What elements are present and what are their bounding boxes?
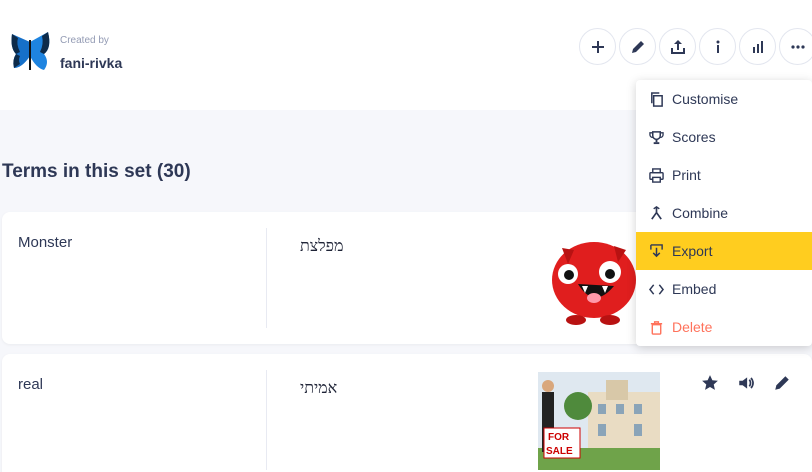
menu-item-customise[interactable]: Customise [636, 80, 812, 118]
add-button[interactable] [579, 28, 616, 65]
terms-heading: Terms in this set (30) [2, 161, 191, 183]
menu-item-label: Export [672, 243, 713, 259]
edit-term-button[interactable] [771, 372, 793, 394]
merge-icon [648, 205, 664, 221]
menu-item-label: Combine [672, 205, 729, 221]
term-text: real [18, 376, 44, 393]
pencil-icon [775, 376, 789, 390]
menu-item-delete[interactable]: Delete [636, 308, 812, 346]
definition-text: אמיתי [300, 378, 338, 397]
printer-icon [648, 167, 664, 183]
menu-item-print[interactable]: Print [636, 156, 812, 194]
star-icon [702, 375, 718, 390]
monster-image [552, 242, 636, 325]
copy-icon [648, 91, 664, 107]
bar-chart-icon [752, 40, 763, 53]
real-estate-image: FOR SALE [538, 372, 660, 470]
svg-text:FOR: FOR [548, 432, 570, 443]
trash-icon [648, 319, 664, 335]
menu-item-combine[interactable]: Combine [636, 194, 812, 232]
menu-item-label: Print [672, 167, 701, 183]
menu-item-label: Embed [672, 281, 717, 297]
share-button[interactable] [659, 28, 696, 65]
more-icon [790, 44, 805, 49]
export-icon [648, 243, 664, 259]
more-button[interactable] [779, 28, 812, 65]
more-options-menu: Customise Scores Print Combine Export Em… [636, 80, 812, 346]
term-card: real אמיתי FOR SALE [2, 354, 812, 472]
terms-count: (30) [156, 161, 191, 182]
header-actions [579, 28, 812, 65]
menu-item-label: Delete [672, 319, 713, 335]
edit-button[interactable] [619, 28, 656, 65]
terms-heading-label: Terms in this set [2, 161, 152, 182]
menu-item-scores[interactable]: Scores [636, 118, 812, 156]
plus-icon [591, 40, 604, 53]
menu-item-embed[interactable]: Embed [636, 270, 812, 308]
share-icon [670, 39, 685, 54]
info-button[interactable] [699, 28, 736, 65]
card-actions [699, 372, 793, 394]
card-divider [266, 228, 267, 328]
term-image-monster[interactable] [544, 228, 644, 333]
author-name[interactable]: fani-rivka [60, 55, 122, 71]
butterfly-icon [11, 32, 50, 70]
stats-button[interactable] [739, 28, 776, 65]
menu-item-label: Scores [672, 129, 716, 145]
definition-text: מפלצת [300, 236, 344, 255]
menu-item-export[interactable]: Export [636, 232, 812, 270]
created-by-label: Created by [60, 35, 109, 46]
pencil-icon [631, 40, 644, 53]
audio-button[interactable] [735, 372, 757, 394]
avatar[interactable] [8, 30, 52, 78]
info-icon [716, 40, 719, 53]
term-image-real-estate[interactable]: FOR SALE [538, 372, 660, 472]
menu-item-label: Customise [672, 91, 739, 107]
code-icon [648, 281, 664, 297]
card-divider [266, 370, 267, 470]
trophy-icon [648, 129, 664, 145]
svg-text:SALE: SALE [546, 446, 573, 457]
speaker-icon [739, 377, 754, 389]
term-text: Monster [18, 234, 73, 251]
star-button[interactable] [699, 372, 721, 394]
